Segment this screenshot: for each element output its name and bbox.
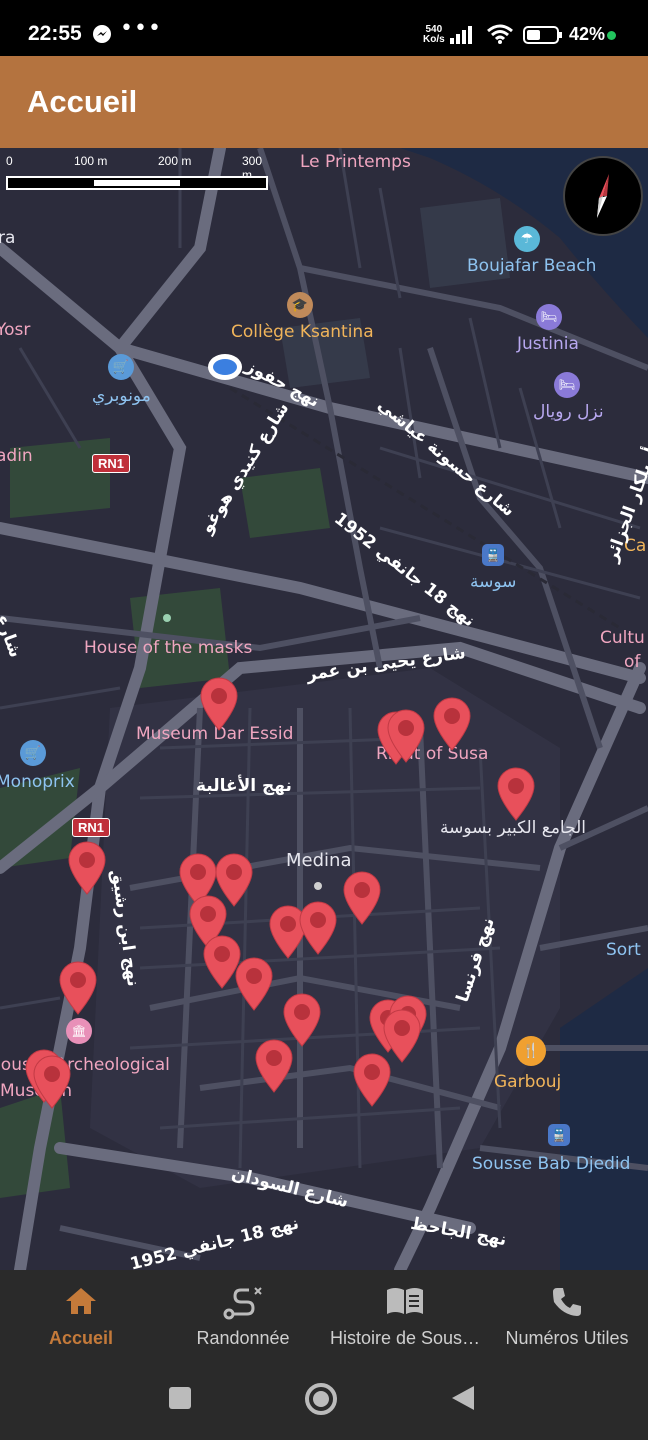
book-icon [387,1288,423,1314]
battery-percentage: 42% [569,24,606,44]
shopping-cart-icon[interactable]: 🛒 [108,354,134,380]
shopping-cart-icon[interactable]: 🛒 [20,740,46,766]
network-speed: 540 Ko/s [423,25,445,45]
map-marker-pin[interactable] [30,1054,74,1110]
scale-label-200: 200 m [158,154,192,168]
road-badge-rn1: RN1 [92,454,131,473]
label-cultu: Cultu [600,628,645,648]
label-medina[interactable]: Medina [286,850,351,871]
map-marker-pin[interactable] [232,956,276,1012]
map-marker-pin[interactable] [197,676,241,732]
signal-icon [450,26,472,44]
train-station-icon[interactable]: 🚆 [482,544,504,566]
back-triangle-icon[interactable] [450,1384,476,1412]
map-marker-pin[interactable] [65,840,109,896]
map-marker-pin[interactable] [56,960,100,1016]
compass-button[interactable] [563,156,643,236]
status-bar: 22:55 ••• 540 Ko/s 42% [0,0,648,56]
user-location-marker [208,354,242,380]
street-label: نهج الأغالبة [196,776,292,796]
map-marker-pin[interactable] [340,870,384,926]
map-view[interactable]: 0 100 m 200 m 300 m ☂ 🎓 🛏 🛏 🛒 🛒 🚆 🚆 🏛 🍴 … [0,148,648,1270]
label-justinia[interactable]: Justinia [517,334,579,354]
label-sousse-station[interactable]: سوسة [470,572,516,592]
landmark-dot-icon [163,614,171,622]
status-time: 22:55 [28,22,82,45]
nav-label: Accueil [48,1328,114,1348]
label-le-printemps[interactable]: Le Printemps [300,152,411,172]
app-bar: Accueil [0,56,648,148]
nav-label: Numéros Utiles [505,1328,629,1348]
map-marker-pin[interactable] [494,766,538,822]
scale-label-0: 0 [6,154,13,168]
recents-square-icon[interactable] [168,1386,192,1410]
beach-icon[interactable]: ☂ [514,226,540,252]
label-college-ksantina[interactable]: Collège Ksantina [231,322,374,342]
label-hotel-royal[interactable]: نزل رويال [533,402,604,422]
nav-label: Histoire de Sous… [329,1328,481,1348]
system-navigation-bar [0,1366,648,1440]
page-title: Accueil [27,84,138,119]
label-monoprix[interactable]: Monoprix [0,772,75,792]
label-yosr: Yosr [0,320,31,340]
museum-icon[interactable]: 🏛 [66,1018,92,1044]
label-ra: ra [0,228,16,248]
road-badge-rn1: RN1 [72,818,111,837]
hotel-icon[interactable]: 🛏 [554,372,580,398]
phone-icon [553,1288,581,1316]
speed-unit: Ko/s [423,34,445,45]
map-marker-pin[interactable] [430,696,474,752]
nav-item-histoire[interactable]: Histoire de Sous… [324,1270,486,1366]
train-station-icon[interactable]: 🚆 [548,1124,570,1146]
map-marker-pin[interactable] [384,708,428,764]
nav-item-randonnee[interactable]: Randonnée [162,1270,324,1366]
map-marker-pin[interactable] [380,1008,424,1064]
label-monoprix-ar[interactable]: مونوبري [92,386,151,406]
nav-item-accueil[interactable]: Accueil [0,1270,162,1366]
label-sort: Sort [606,940,641,960]
charging-dot [607,31,616,40]
more-dots-icon: ••• [120,16,162,41]
nav-label: Randonnée [196,1328,290,1348]
home-circle-icon[interactable] [304,1382,338,1416]
route-icon [223,1287,262,1320]
label-sousse-bab-djedid[interactable]: Sousse Bab Djedid [472,1154,630,1174]
home-icon [66,1288,96,1314]
map-marker-pin[interactable] [252,1038,296,1094]
compass-icon [597,174,609,218]
landmark-dot-icon [314,882,322,890]
scale-label-100: 100 m [74,154,108,168]
label-garbouj[interactable]: Garbouj [494,1072,561,1092]
label-adin: adin [0,446,33,466]
label-of: of [624,652,641,672]
hotel-icon[interactable]: 🛏 [536,304,562,330]
messenger-icon [93,25,111,43]
restaurant-icon[interactable]: 🍴 [516,1036,546,1066]
scale-bar-line [6,176,268,190]
wifi-icon [487,24,513,44]
nav-item-numeros-utiles[interactable]: Numéros Utiles [486,1270,648,1366]
map-scale-bar: 0 100 m 200 m 300 m [6,154,270,192]
bottom-navigation: Accueil Randonnée Histoire de Sous… Numé… [0,1270,648,1366]
map-marker-pin[interactable] [296,900,340,956]
battery-icon [523,26,562,44]
label-boujafar-beach[interactable]: Boujafar Beach [467,256,596,276]
school-icon[interactable]: 🎓 [287,292,313,318]
label-house-of-the-masks[interactable]: House of the masks [84,638,252,658]
